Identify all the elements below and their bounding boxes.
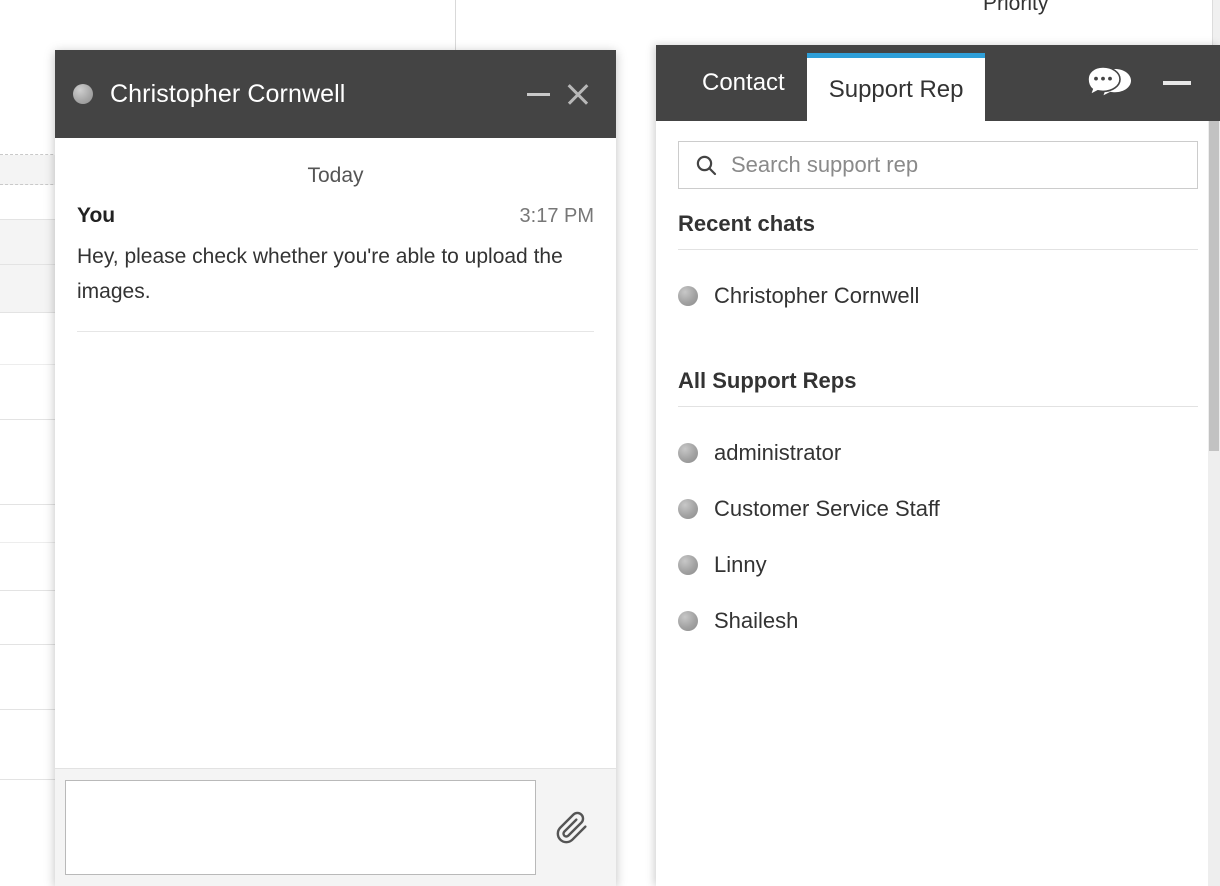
paperclip-icon (555, 811, 589, 845)
message-meta: You 3:17 PM (77, 204, 594, 228)
status-dot-icon (678, 286, 698, 306)
priority-label: Priority (983, 0, 1048, 16)
tab-contact[interactable]: Contact (680, 45, 807, 121)
search-icon-wrap (693, 152, 719, 178)
status-dot-icon (678, 499, 698, 519)
rep-panel-header-actions (1084, 45, 1220, 121)
message-input[interactable] (65, 780, 536, 875)
day-separator: Today (77, 164, 594, 188)
list-item[interactable]: Linny (678, 537, 1198, 593)
chat-bubbles-button[interactable] (1084, 61, 1138, 105)
section-divider (678, 249, 1198, 250)
rep-panel-scrollbar[interactable] (1208, 121, 1220, 886)
chat-message-list: Today You 3:17 PM Hey, please check whet… (55, 138, 616, 768)
list-item-label: Shailesh (714, 608, 798, 634)
scrollbar-thumb[interactable] (1209, 121, 1219, 451)
status-dot-icon (678, 611, 698, 631)
chat-minimize-button[interactable] (518, 74, 558, 114)
spacer (678, 324, 1198, 358)
close-icon (565, 81, 591, 107)
list-item[interactable]: Shailesh (678, 593, 1198, 649)
status-dot-icon (678, 443, 698, 463)
rep-panel-header: Contact Support Rep (656, 45, 1220, 121)
chat-message: You 3:17 PM Hey, please check whether yo… (77, 204, 594, 332)
avatar (73, 84, 93, 104)
chat-composer (55, 768, 616, 886)
chat-window-header: Christopher Cornwell (55, 50, 616, 138)
chat-bubbles-icon (1088, 65, 1134, 101)
search-support-rep-input[interactable] (731, 152, 1183, 178)
message-text: Hey, please check whether you're able to… (77, 240, 567, 309)
attach-file-button[interactable] (542, 798, 602, 858)
list-item[interactable]: Customer Service Staff (678, 481, 1198, 537)
list-item-label: administrator (714, 440, 841, 466)
section-title-recent-chats: Recent chats (678, 211, 1198, 237)
list-item-label: Christopher Cornwell (714, 283, 919, 309)
message-timestamp: 3:17 PM (520, 205, 594, 228)
list-item-label: Customer Service Staff (714, 496, 940, 522)
rep-panel-body: Recent chats Christopher Cornwell All Su… (656, 121, 1220, 886)
message-author: You (77, 204, 115, 228)
support-rep-panel: Contact Support Rep (656, 45, 1220, 886)
status-dot-icon (678, 555, 698, 575)
minimize-icon (527, 93, 550, 96)
app-root: Priority : High se D Rep ope Ch An ch Re… (0, 0, 1220, 886)
tab-support-rep[interactable]: Support Rep (807, 53, 986, 121)
minimize-icon (1163, 81, 1191, 85)
chat-window-title: Christopher Cornwell (110, 80, 518, 109)
section-divider (678, 406, 1198, 407)
section-title-all-support-reps: All Support Reps (678, 368, 1198, 394)
chat-window: Christopher Cornwell Today You 3:17 PM H… (55, 50, 616, 886)
search-support-rep-box[interactable] (678, 141, 1198, 189)
list-item[interactable]: Christopher Cornwell (678, 268, 1198, 324)
rep-panel-minimize-button[interactable] (1154, 61, 1200, 105)
rep-panel-tabs: Contact Support Rep (656, 45, 985, 121)
list-item-label: Linny (714, 552, 767, 578)
list-item[interactable]: administrator (678, 425, 1198, 481)
search-icon (694, 153, 718, 177)
message-divider (77, 331, 594, 332)
chat-close-button[interactable] (558, 74, 598, 114)
